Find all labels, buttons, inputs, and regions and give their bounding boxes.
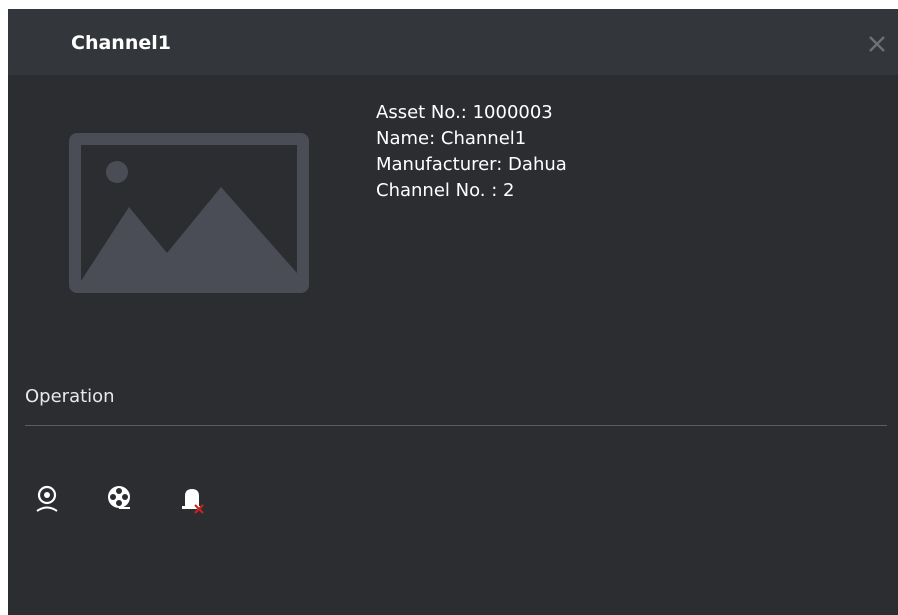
name-text: Name: Channel1 — [376, 128, 527, 149]
channel-no-text: Channel No. : 2 — [376, 180, 515, 201]
close-icon[interactable] — [866, 33, 888, 55]
operation-divider — [25, 425, 887, 426]
manufacturer-text: Manufacturer: Dahua — [376, 154, 567, 175]
channel-info: Asset No.: 1000003 Name: Channel1 Manufa… — [376, 100, 567, 204]
dialog-title: Channel1 — [71, 32, 171, 54]
operation-label: Operation — [25, 386, 115, 407]
dialog-titlebar: Channel1 — [8, 9, 898, 75]
playback-icon[interactable] — [106, 484, 132, 514]
alarm-disarm-icon[interactable] — [179, 484, 205, 514]
asset-no-text: Asset No.: 1000003 — [376, 102, 553, 123]
live-view-icon[interactable] — [34, 484, 60, 514]
image-placeholder-icon — [69, 133, 309, 293]
channel-detail-dialog: Channel1 Asset No.: 1000003 Name: Channe… — [8, 9, 898, 615]
